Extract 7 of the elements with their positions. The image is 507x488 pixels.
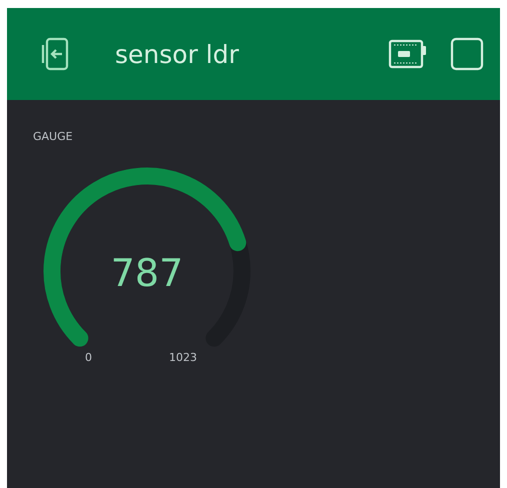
max-label: 1023 bbox=[169, 351, 197, 364]
widget-label: GAUGE bbox=[33, 130, 73, 143]
min-label: 0 bbox=[85, 351, 92, 364]
project-title: sensor ldr bbox=[115, 40, 239, 68]
device-icon[interactable] bbox=[388, 37, 428, 71]
square-icon[interactable] bbox=[450, 37, 484, 71]
gauge-value: 787 bbox=[110, 251, 184, 295]
